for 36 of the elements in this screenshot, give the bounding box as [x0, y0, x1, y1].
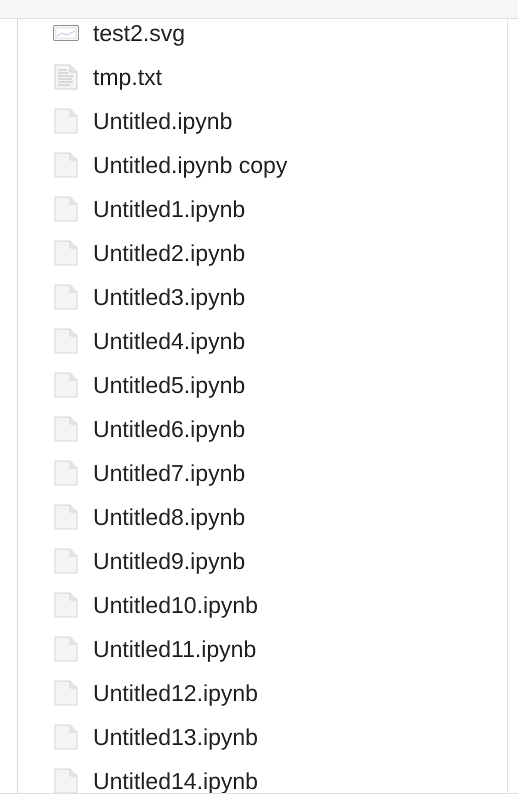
file-name[interactable]: Untitled11.ipynb	[93, 636, 256, 662]
blank-file-icon	[53, 724, 79, 750]
file-name[interactable]: Untitled14.ipynb	[93, 768, 258, 793]
blank-file-icon	[53, 108, 79, 134]
blank-file-icon	[53, 372, 79, 398]
blank-file-icon	[53, 504, 79, 530]
blank-file-icon	[53, 152, 79, 178]
file-name[interactable]: Untitled9.ipynb	[93, 548, 246, 574]
text-file-icon	[53, 64, 79, 90]
file-name[interactable]: Untitled2.ipynb	[93, 240, 246, 266]
file-name[interactable]: Untitled1.ipynb	[93, 196, 246, 222]
file-name[interactable]: Untitled3.ipynb	[93, 284, 246, 310]
blank-file-icon	[53, 284, 79, 310]
file-name[interactable]: Untitled.ipynb	[93, 108, 232, 134]
file-name[interactable]: test2.svg	[93, 20, 186, 46]
file-name[interactable]: Untitled.ipynb copy	[93, 152, 288, 178]
image-file-icon	[53, 25, 79, 41]
blank-file-icon	[53, 460, 79, 486]
blank-file-icon	[53, 196, 79, 222]
file-name[interactable]: Untitled12.ipynb	[93, 680, 258, 706]
blank-file-icon	[53, 768, 79, 793]
file-name[interactable]: Untitled5.ipynb	[93, 372, 246, 398]
blank-file-icon	[53, 240, 79, 266]
blank-file-icon	[53, 416, 79, 442]
blank-file-icon	[53, 680, 79, 706]
blank-file-icon	[53, 636, 79, 662]
blank-file-icon	[53, 548, 79, 574]
file-name[interactable]: Untitled8.ipynb	[93, 504, 246, 530]
file-name[interactable]: Untitled13.ipynb	[93, 724, 258, 750]
file-name[interactable]: Untitled4.ipynb	[93, 328, 246, 354]
file-name[interactable]: Untitled10.ipynb	[93, 592, 258, 618]
file-name[interactable]: Untitled7.ipynb	[93, 460, 246, 486]
file-name[interactable]: Untitled6.ipynb	[93, 416, 246, 442]
blank-file-icon	[53, 328, 79, 354]
file-name[interactable]: tmp.txt	[93, 64, 162, 90]
blank-file-icon	[53, 592, 79, 618]
